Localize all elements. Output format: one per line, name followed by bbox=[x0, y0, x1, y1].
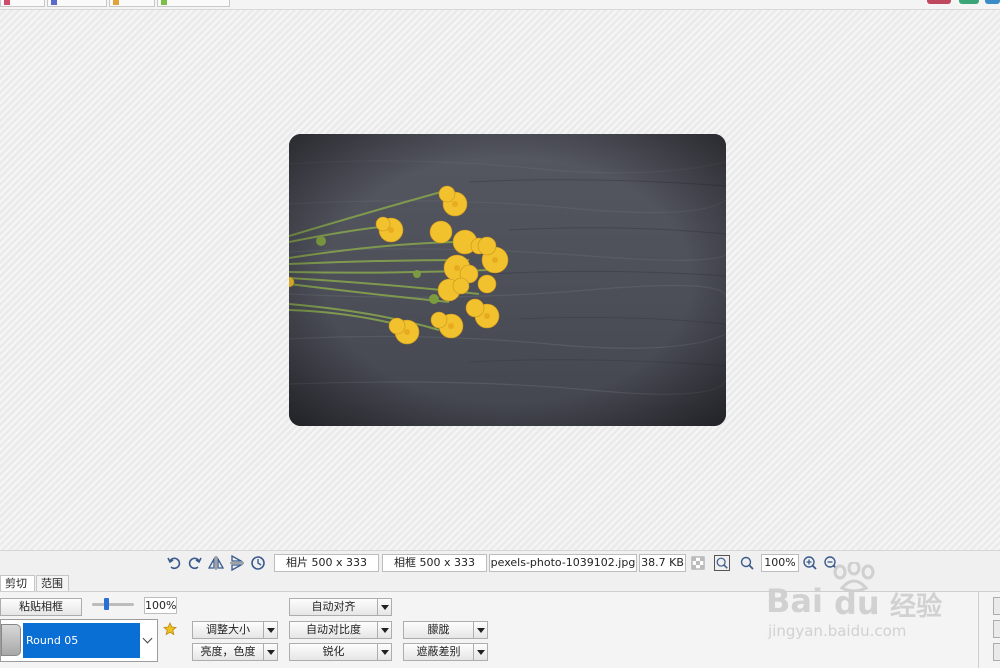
side-button-3[interactable] bbox=[993, 643, 1000, 661]
top-tab-3[interactable] bbox=[109, 0, 155, 7]
status-bar: 相片 500 x 333 相框 500 x 333 pexels-photo-1… bbox=[0, 550, 1000, 574]
tab-icon bbox=[4, 0, 10, 5]
top-toolbar-strip bbox=[0, 0, 1000, 10]
right-side-controls bbox=[978, 592, 1000, 668]
flip-vertical-icon[interactable] bbox=[229, 555, 245, 571]
frame-selector[interactable]: Round 05 bbox=[0, 619, 158, 662]
mask-diff-button[interactable]: 遮蔽差别 bbox=[403, 643, 474, 661]
panel-tabs: 剪切 范围 bbox=[0, 574, 1000, 592]
resize-dropdown[interactable] bbox=[263, 621, 278, 639]
tab-range[interactable]: 范围 bbox=[36, 575, 69, 592]
blur-dropdown[interactable] bbox=[473, 621, 488, 639]
photo-size-field: 相片 500 x 333 bbox=[274, 554, 379, 572]
top-tab-4[interactable] bbox=[157, 0, 230, 7]
filename-field: pexels-photo-1039102.jpg bbox=[489, 554, 637, 572]
sharpen-button[interactable]: 锐化 bbox=[289, 643, 378, 661]
side-button-2[interactable] bbox=[993, 620, 1000, 638]
favorite-star-icon[interactable] bbox=[163, 622, 177, 636]
zoom-out-icon[interactable] bbox=[823, 555, 839, 571]
transparency-icon[interactable] bbox=[690, 555, 706, 571]
zoom-actual-icon[interactable] bbox=[714, 555, 730, 571]
rotate-right-icon[interactable] bbox=[187, 555, 203, 571]
opacity-slider-thumb[interactable] bbox=[104, 598, 109, 610]
zoom-in-icon[interactable] bbox=[802, 555, 818, 571]
tab-crop[interactable]: 剪切 bbox=[0, 575, 35, 592]
tab-icon bbox=[51, 0, 57, 5]
frame-name-select[interactable]: Round 05 bbox=[23, 623, 140, 658]
zoom-level-field[interactable]: 100% bbox=[761, 554, 799, 572]
flip-horizontal-icon[interactable] bbox=[208, 555, 224, 571]
rotate-left-icon[interactable] bbox=[166, 555, 182, 571]
window-button-green[interactable] bbox=[959, 0, 979, 4]
chevron-down-icon[interactable] bbox=[142, 633, 153, 644]
resize-button[interactable]: 调整大小 bbox=[192, 621, 264, 639]
tab-icon bbox=[113, 0, 119, 5]
auto-align-button[interactable]: 自动对齐 bbox=[289, 598, 378, 616]
window-button-red[interactable] bbox=[927, 0, 951, 4]
zoom-fit-icon[interactable] bbox=[739, 555, 755, 571]
photo-preview[interactable] bbox=[289, 134, 726, 426]
blur-button[interactable]: 朦胧 bbox=[403, 621, 474, 639]
auto-align-dropdown[interactable] bbox=[377, 598, 392, 616]
sharpen-dropdown[interactable] bbox=[377, 643, 392, 661]
brightness-button[interactable]: 亮度，色度 bbox=[192, 643, 264, 661]
side-button-1[interactable] bbox=[993, 597, 1000, 615]
brightness-dropdown[interactable] bbox=[263, 643, 278, 661]
frame-panel: 粘贴相框 100% Round 05 调整大小 亮度，色度 自动对齐 自动对比度… bbox=[0, 591, 1000, 668]
frame-size-field: 相框 500 x 333 bbox=[382, 554, 487, 572]
window-button-blue[interactable] bbox=[985, 0, 1000, 4]
frame-preview-swatch bbox=[1, 624, 21, 656]
reset-icon[interactable] bbox=[250, 555, 266, 571]
opacity-slider-track[interactable] bbox=[92, 603, 134, 606]
flower-photo-image bbox=[289, 134, 726, 426]
mask-diff-dropdown[interactable] bbox=[473, 643, 488, 661]
opacity-field[interactable]: 100% bbox=[144, 597, 177, 614]
canvas-area[interactable] bbox=[0, 10, 1000, 550]
top-tab-2[interactable] bbox=[47, 0, 107, 7]
auto-contrast-dropdown[interactable] bbox=[377, 621, 392, 639]
top-tab-1[interactable] bbox=[0, 0, 45, 7]
auto-contrast-button[interactable]: 自动对比度 bbox=[289, 621, 378, 639]
tab-icon bbox=[161, 0, 167, 5]
paste-frame-button[interactable]: 粘贴相框 bbox=[0, 598, 82, 616]
filesize-field: 38.7 KB bbox=[639, 554, 686, 572]
